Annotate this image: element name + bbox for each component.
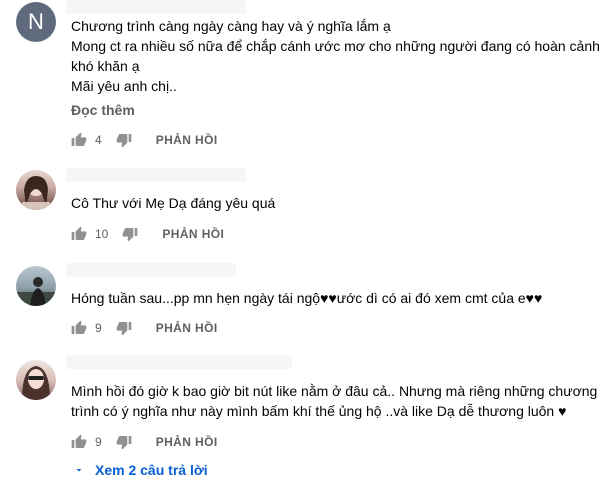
comment-actions: 9 PHẢN HỒI (71, 318, 218, 338)
user-photo-icon (16, 277, 56, 306)
author-name[interactable] (66, 168, 246, 182)
like-count: 10 (95, 227, 109, 241)
avatar[interactable] (16, 170, 56, 210)
user-photo-icon (22, 176, 50, 210)
user-photo-icon (22, 366, 50, 400)
reply-button[interactable]: PHẢN HỒI (156, 321, 218, 335)
comment-text: Hóng tuần sau...pp mn hẹn ngày tái ngộ♥♥… (71, 290, 543, 306)
like-count: 9 (95, 321, 102, 335)
dislike-icon[interactable] (116, 320, 132, 336)
like-icon[interactable] (71, 434, 87, 450)
reply-button[interactable]: PHẢN HỒI (162, 227, 224, 241)
avatar[interactable] (16, 266, 56, 306)
dislike-icon[interactable] (116, 434, 132, 450)
author-name[interactable] (66, 355, 292, 369)
like-icon[interactable] (71, 132, 87, 148)
author-name[interactable] (66, 263, 236, 277)
view-replies-label: Xem 2 câu trả lời (95, 462, 208, 478)
author-name[interactable] (66, 0, 246, 14)
comment-actions: 9 PHẢN HỒI (71, 432, 218, 452)
comment-actions: 10 PHẢN HỒI (71, 224, 224, 244)
reply-button[interactable]: PHẢN HỒI (156, 133, 218, 147)
reply-button[interactable]: PHẢN HỒI (156, 435, 218, 449)
avatar[interactable] (16, 360, 56, 400)
read-more-link[interactable]: Đọc thêm (71, 100, 135, 120)
avatar[interactable]: N (16, 2, 56, 42)
view-replies-button[interactable]: Xem 2 câu trả lời (71, 460, 208, 480)
chevron-down-icon (71, 462, 87, 478)
comment-actions: 4 PHẢN HỒI (71, 130, 218, 150)
like-icon[interactable] (71, 226, 87, 242)
like-icon[interactable] (71, 320, 87, 336)
comment-text: Cô Thư với Mẹ Dạ đáng yêu quá (71, 195, 276, 211)
avatar-letter: N (28, 9, 44, 34)
dislike-icon[interactable] (116, 132, 132, 148)
comment-text: Mình hồi đó giờ k bao giờ bit nút like n… (71, 383, 598, 419)
like-count: 9 (95, 435, 102, 449)
like-count: 4 (95, 133, 102, 147)
comment-text: Chương trình càng ngày càng hay và ý ngh… (71, 18, 600, 94)
dislike-icon[interactable] (122, 226, 138, 242)
